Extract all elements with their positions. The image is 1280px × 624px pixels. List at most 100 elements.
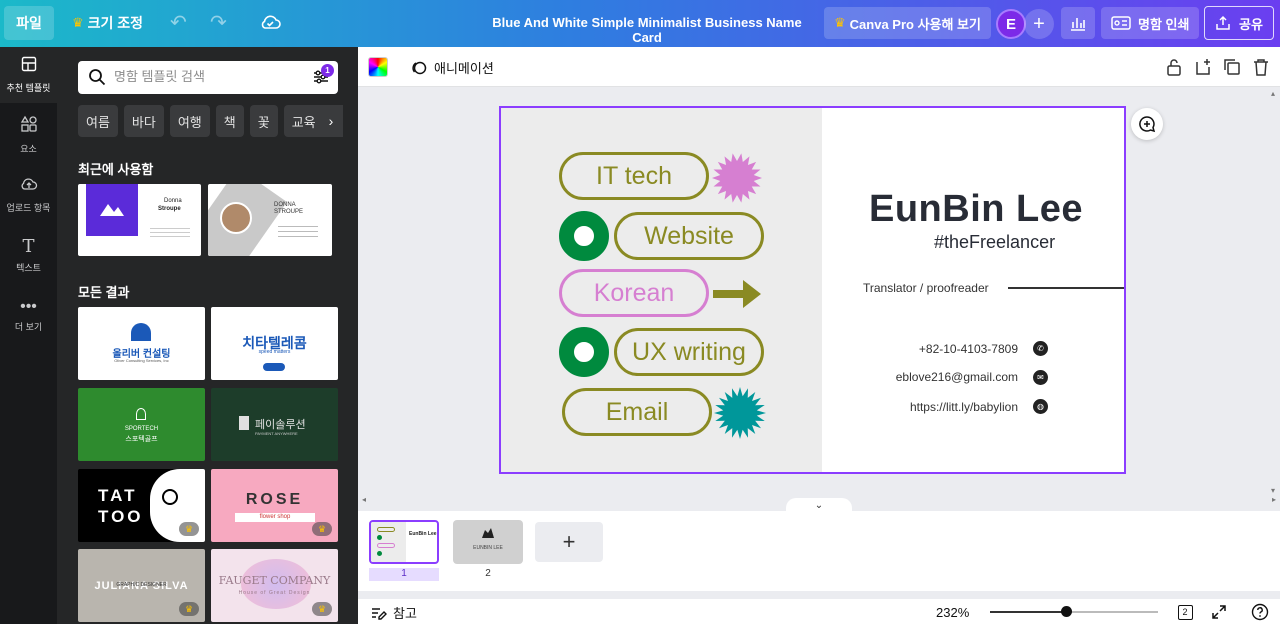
pill-ux-writing[interactable]: UX writing <box>614 328 764 376</box>
result-template-8[interactable]: FAUGET COMPANY House of Great Design ♛ <box>211 549 338 622</box>
resize-label: 크기 조정 <box>87 15 144 31</box>
fullscreen-icon[interactable] <box>1210 603 1228 621</box>
file-menu-button[interactable]: 파일 <box>4 6 54 40</box>
chip-keyword[interactable]: 여행 <box>169 105 210 137</box>
keyword-chips: 여름 바다 여행 책 꽃 교육 게 <box>78 105 340 137</box>
result-template-4[interactable]: 페이솔루션 PAYMENT ANYWHERE <box>211 388 338 461</box>
undo-icon[interactable]: ↶ <box>170 10 187 35</box>
print-business-card-button[interactable]: 명함 인쇄 <box>1101 7 1200 39</box>
all-results-title: 모든 결과 <box>78 285 130 300</box>
template-title: 페이솔루션 <box>255 419 306 431</box>
thumb-pill <box>377 527 395 532</box>
rail-item-templates[interactable]: 추천 템플릿 <box>0 47 57 103</box>
pill-email[interactable]: Email <box>562 388 712 436</box>
chip-keyword[interactable]: 꽃 <box>249 105 278 137</box>
add-collaborator-button[interactable]: + <box>1024 9 1054 39</box>
card-phone[interactable]: +82-10-4103-7809 <box>919 342 1018 356</box>
pro-label: Canva Pro 사용해 보기 <box>849 16 981 32</box>
search-box[interactable]: 1 <box>78 61 338 94</box>
cloud-saved-icon[interactable] <box>258 10 282 39</box>
result-template-6[interactable]: ROSE flower shop ♛ <box>211 469 338 542</box>
add-comment-button[interactable] <box>1131 108 1163 140</box>
chevron-down-icon[interactable]: ⌄ <box>786 498 852 512</box>
thumb-name: EunBin Lee <box>409 531 437 537</box>
comment-add-icon <box>1139 116 1156 133</box>
avatar[interactable]: E <box>996 9 1026 39</box>
rail-item-text[interactable]: T 텍스트 <box>0 227 57 283</box>
left-rail: 추천 템플릿 요소 업로드 항목 T 텍스트 ••• 더 보기 <box>0 47 57 624</box>
duplicate-page-icon[interactable] <box>1222 57 1241 76</box>
pill-it-tech[interactable]: IT tech <box>559 152 709 200</box>
page-count-button[interactable]: 2 <box>1176 603 1194 621</box>
notes-button[interactable]: 참고 <box>371 603 417 622</box>
lock-icon[interactable] <box>1164 57 1183 76</box>
recent-template-1[interactable]: Donna Stroupe <box>78 184 201 256</box>
share-button[interactable]: 공유 <box>1204 6 1274 40</box>
zoom-percentage[interactable]: 232% <box>936 605 969 620</box>
page-count: 2 <box>1177 604 1193 620</box>
scroll-up-icon[interactable]: ▴ <box>1271 89 1275 98</box>
zoom-slider[interactable] <box>990 606 1158 617</box>
result-template-3[interactable]: SPORTECH 스포텍골프 <box>78 388 205 461</box>
document-title[interactable]: Blue And White Simple Minimalist Busines… <box>480 15 814 45</box>
card-email[interactable]: eblove216@gmail.com <box>896 370 1018 384</box>
animate-icon <box>412 61 427 74</box>
template-subtitle: speed matters <box>258 349 291 355</box>
canva-pro-button[interactable]: ♛ Canva Pro 사용해 보기 <box>824 7 991 39</box>
scroll-right-icon[interactable]: ▸ <box>1272 495 1276 504</box>
page-thumbnail-2[interactable]: EUNBIN LEE <box>453 520 523 564</box>
vertical-scrollbar[interactable]: ▴ ▾ <box>1269 87 1280 495</box>
help-icon[interactable] <box>1251 603 1269 621</box>
pill-korean[interactable]: Korean <box>559 269 709 317</box>
add-page-icon[interactable] <box>1193 57 1212 76</box>
page-thumbnails: EunBin Lee 1 EUNBIN LEE 2 + <box>358 511 1280 591</box>
page-thumbnail-1[interactable]: EunBin Lee <box>369 520 439 564</box>
pill-website[interactable]: Website <box>614 212 764 260</box>
result-template-7[interactable]: JULIANA SILVA GRAPHIC DESIGNER ♛ <box>78 549 205 622</box>
template-name: Donna <box>164 198 182 204</box>
card-name[interactable]: EunBin Lee <box>869 188 1083 231</box>
rail-item-more[interactable]: ••• 더 보기 <box>0 287 57 343</box>
result-template-2[interactable]: 치타텔레콤 speed matters <box>211 307 338 380</box>
card-link[interactable]: https://litt.ly/babylion <box>910 400 1018 414</box>
template-panel: 1 여름 바다 여행 책 꽃 교육 게 › 최근에 사용함 Donna Stro… <box>57 47 358 624</box>
template-title: FAUGET COMPANY <box>218 574 331 587</box>
rail-label: 추천 템플릿 <box>6 83 51 93</box>
rail-item-elements[interactable]: 요소 <box>0 107 57 163</box>
trash-icon[interactable] <box>1251 57 1270 76</box>
chip-keyword[interactable]: 교육 <box>283 105 324 137</box>
rail-label: 텍스트 <box>16 263 41 273</box>
template-name: STROUPE <box>274 209 304 215</box>
result-template-1[interactable]: 올리버 컨설팅 Oliver Consulting Services, Inc <box>78 307 205 380</box>
recent-template-2[interactable]: DONNA STROUPE <box>208 184 332 256</box>
scroll-left-icon[interactable]: ◂ <box>362 495 366 504</box>
animate-button[interactable]: 애니메이션 <box>410 58 494 77</box>
add-page-button[interactable]: + <box>535 522 603 562</box>
crown-icon: ♛ <box>312 522 332 536</box>
zoom-slider-handle[interactable] <box>1060 606 1072 617</box>
chip-keyword[interactable]: 여름 <box>78 105 118 137</box>
insights-button[interactable] <box>1061 7 1095 39</box>
rail-item-uploads[interactable]: 업로드 항목 <box>0 167 57 223</box>
chip-keyword[interactable]: 바다 <box>123 105 164 137</box>
top-bar: 파일 ♛ 크기 조정 ↶ ↷ Blue And White Simple Min… <box>0 0 1280 47</box>
business-card-page[interactable]: IT tech Website Korean UX writing Email … <box>499 106 1126 474</box>
template-lines <box>278 226 318 227</box>
rail-label: 더 보기 <box>14 321 43 332</box>
search-input[interactable] <box>114 69 304 84</box>
page-number-2: 2 <box>485 568 491 579</box>
card-role[interactable]: Translator / proofreader <box>863 281 989 295</box>
scroll-down-icon[interactable]: ▾ <box>1271 486 1275 495</box>
resize-button[interactable]: ♛ 크기 조정 <box>62 6 153 40</box>
template-title: SPORTECH <box>124 426 159 432</box>
color-picker-button[interactable] <box>368 57 388 77</box>
chip-keyword[interactable]: 책 <box>215 105 244 137</box>
eye-icon <box>162 489 178 505</box>
chevron-right-icon[interactable]: › <box>319 105 343 137</box>
result-template-5[interactable]: TAT TOO ♛ <box>78 469 205 542</box>
crown-icon: ♛ <box>72 15 84 30</box>
arrow-right-icon <box>713 280 761 308</box>
redo-icon[interactable]: ↷ <box>210 10 227 35</box>
card-tagline[interactable]: #theFreelancer <box>934 232 1055 253</box>
crown-icon: ♛ <box>312 602 332 616</box>
